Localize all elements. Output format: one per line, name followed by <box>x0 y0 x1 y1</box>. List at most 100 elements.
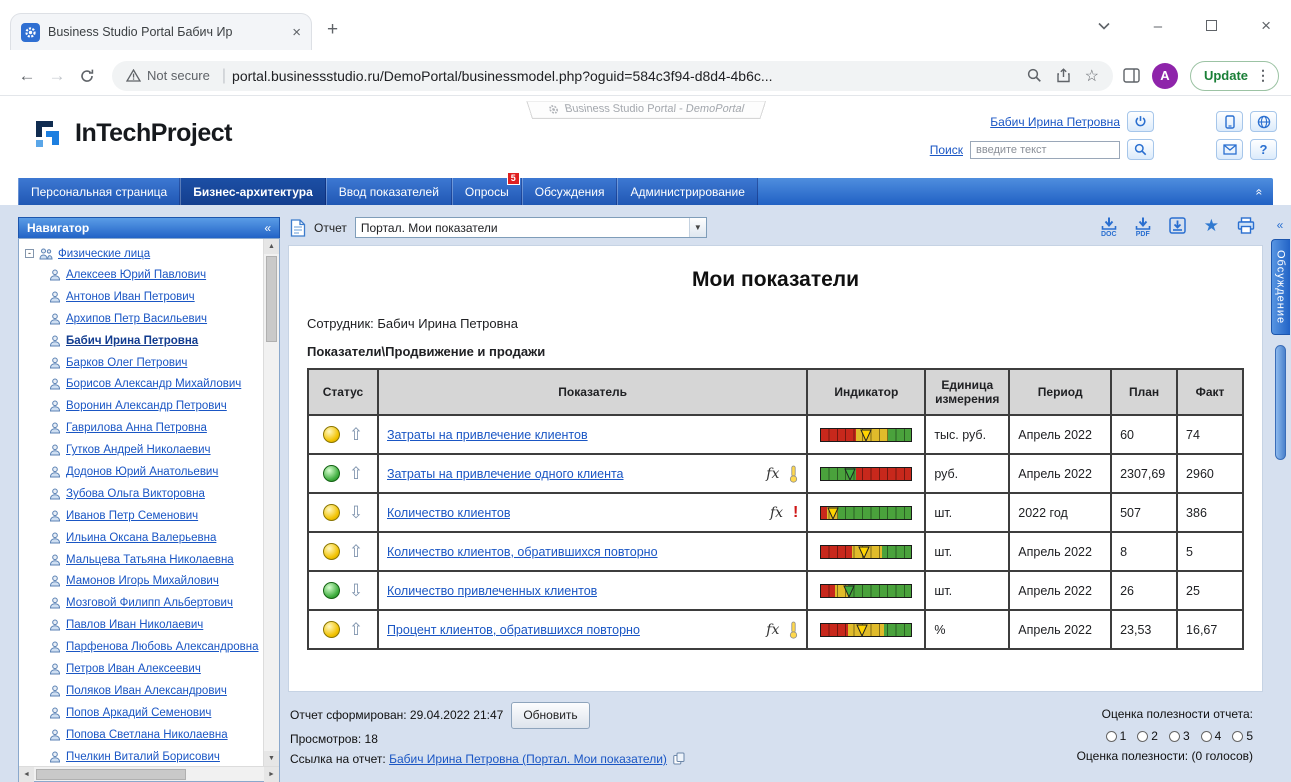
sidebar-person-item[interactable]: Пчелкин Виталий Борисович <box>25 746 263 766</box>
sidebar-person-item[interactable]: Алексеев Юрий Павлович <box>25 264 263 286</box>
current-user-link[interactable]: Бабич Ирина Петровна <box>990 115 1120 129</box>
sidebar-person-item[interactable]: Мальцева Татьяна Николаевна <box>25 549 263 571</box>
menu-item[interactable]: Опросы5 <box>452 178 522 205</box>
minimize-button[interactable]: – <box>1154 18 1162 35</box>
sidebar-person-item[interactable]: Мозговой Филипп Альбертович <box>25 592 263 614</box>
discussion-tab[interactable]: Обсуждение <box>1271 239 1290 335</box>
sidebar-person-item[interactable]: Зубова Ольга Викторовна <box>25 483 263 505</box>
person-link[interactable]: Гутков Андрей Николаевич <box>66 444 211 456</box>
menu-item[interactable]: Ввод показателей <box>326 178 452 205</box>
url-text[interactable]: portal.businessstudio.ru/DemoPortal/busi… <box>232 68 1017 84</box>
mobile-version-button[interactable] <box>1216 111 1243 132</box>
person-link[interactable]: Додонов Юрий Анатольевич <box>66 466 218 478</box>
update-button[interactable]: Update ⋮ <box>1190 61 1279 91</box>
maximize-button[interactable] <box>1206 18 1217 35</box>
sidebar-person-item[interactable]: Мамонов Игорь Михайлович <box>25 570 263 592</box>
reload-button[interactable] <box>72 68 102 84</box>
person-link[interactable]: Попов Аркадий Семенович <box>66 707 211 719</box>
help-button[interactable]: ? <box>1250 139 1277 160</box>
menu-item[interactable]: Администрирование <box>617 178 757 205</box>
person-link[interactable]: Парфенова Любовь Александровна <box>66 641 258 653</box>
report-select[interactable]: Портал. Мои показатели ▼ <box>355 217 707 238</box>
security-label[interactable]: Not secure <box>147 68 210 83</box>
page-scrollbar-thumb[interactable] <box>1275 345 1286 460</box>
close-button[interactable]: × <box>1261 16 1271 36</box>
tree-root-link[interactable]: Физические лица <box>58 248 150 260</box>
scroll-right-icon[interactable]: ► <box>264 767 279 782</box>
person-link[interactable]: Павлов Иван Николаевич <box>66 619 203 631</box>
favorite-star-button[interactable]: ★ <box>1204 217 1219 234</box>
sidebar-vertical-scrollbar[interactable]: ▲ ▼ <box>263 239 279 766</box>
person-link[interactable]: Мозговой Филипп Альбертович <box>66 597 233 609</box>
person-link[interactable]: Архипов Петр Васильевич <box>66 313 207 325</box>
person-link[interactable]: Иванов Петр Семенович <box>66 510 198 522</box>
not-secure-icon[interactable] <box>126 69 141 82</box>
person-link[interactable]: Воронин Александр Петрович <box>66 400 227 412</box>
indicator-link[interactable]: Процент клиентов, обратившихся повторно <box>387 623 640 637</box>
sidebar-person-item[interactable]: Попова Светлана Николаевна <box>25 724 263 746</box>
menu-item[interactable]: Бизнес-архитектура <box>180 178 326 205</box>
person-link[interactable]: Пчелкин Виталий Борисович <box>66 751 220 763</box>
indicator-link[interactable]: Количество клиентов, обратившихся повтор… <box>387 545 658 559</box>
menu-item[interactable]: Обсуждения <box>522 178 618 205</box>
navigator-collapse-icon[interactable]: « <box>264 221 271 235</box>
side-panel-icon[interactable] <box>1123 68 1140 83</box>
sidebar-person-item[interactable]: Поляков Иван Александрович <box>25 680 263 702</box>
select-dropdown-icon[interactable]: ▼ <box>689 218 706 237</box>
save-report-button[interactable] <box>1169 217 1186 234</box>
scroll-up-icon[interactable]: ▲ <box>264 239 279 254</box>
indicator-link[interactable]: Количество клиентов <box>387 506 511 520</box>
search-button[interactable] <box>1127 139 1154 160</box>
rating-radio[interactable] <box>1232 731 1243 742</box>
person-link[interactable]: Ильина Оксана Валерьевна <box>66 532 216 544</box>
tree-root-item[interactable]: - Физические лица <box>25 243 263 264</box>
sidebar-person-item[interactable]: Петров Иван Алексеевич <box>25 658 263 680</box>
bookmark-star-icon[interactable]: ☆ <box>1085 66 1099 86</box>
copy-link-icon[interactable] <box>673 752 685 765</box>
sidebar-person-item[interactable]: Барков Олег Петрович <box>25 352 263 374</box>
browser-tab[interactable]: Business Studio Portal Бабич Ир × <box>10 13 312 50</box>
sidebar-person-item[interactable]: Гаврилова Анна Петровна <box>25 417 263 439</box>
language-globe-button[interactable] <box>1250 111 1277 132</box>
new-tab-button[interactable]: + <box>327 19 338 41</box>
rating-radio[interactable] <box>1106 731 1117 742</box>
export-pdf-button[interactable]: PDF <box>1135 217 1151 238</box>
export-doc-button[interactable]: DOC <box>1101 217 1117 238</box>
tab-search-icon[interactable] <box>1098 22 1110 30</box>
person-link[interactable]: Мальцева Татьяна Николаевна <box>66 554 234 566</box>
zoom-icon[interactable] <box>1027 68 1042 83</box>
person-link[interactable]: Зубова Ольга Викторовна <box>66 488 205 500</box>
browser-menu-icon[interactable]: ⋮ <box>1256 67 1270 84</box>
sidebar-person-item[interactable]: Додонов Юрий Анатольевич <box>25 461 263 483</box>
rating-radio[interactable] <box>1201 731 1212 742</box>
person-link[interactable]: Петров Иван Алексеевич <box>66 663 201 675</box>
logout-button[interactable] <box>1127 111 1154 132</box>
scroll-down-icon[interactable]: ▼ <box>264 751 279 766</box>
search-input[interactable] <box>970 141 1120 159</box>
sidebar-person-item[interactable]: Антонов Иван Петрович <box>25 286 263 308</box>
sidebar-person-item[interactable]: Ильина Оксана Валерьевна <box>25 527 263 549</box>
sidebar-person-item[interactable]: Архипов Петр Васильевич <box>25 308 263 330</box>
person-link[interactable]: Мамонов Игорь Михайлович <box>66 575 219 587</box>
report-link[interactable]: Бабич Ирина Петровна (Портал. Мои показа… <box>389 752 667 766</box>
sidebar-person-item[interactable]: Парфенова Любовь Александровна <box>25 636 263 658</box>
person-link[interactable]: Алексеев Юрий Павлович <box>66 269 206 281</box>
rating-radio[interactable] <box>1169 731 1180 742</box>
print-button[interactable] <box>1237 217 1255 234</box>
scrollbar-thumb[interactable] <box>266 256 277 342</box>
sidebar-person-item[interactable]: Гутков Андрей Николаевич <box>25 439 263 461</box>
person-link[interactable]: Борисов Александр Михайлович <box>66 378 241 390</box>
sidebar-person-item[interactable]: Попов Аркадий Семенович <box>25 702 263 724</box>
rating-radio[interactable] <box>1137 731 1148 742</box>
scroll-left-icon[interactable]: ◄ <box>19 767 34 782</box>
sidebar-person-item[interactable]: Воронин Александр Петрович <box>25 395 263 417</box>
person-link[interactable]: Антонов Иван Петрович <box>66 291 195 303</box>
tree-toggle-icon[interactable]: - <box>25 249 34 258</box>
search-link[interactable]: Поиск <box>930 143 963 157</box>
person-link[interactable]: Барков Олег Петрович <box>66 357 187 369</box>
sidebar-horizontal-scrollbar[interactable]: ◄ ► <box>19 766 279 781</box>
indicator-link[interactable]: Затраты на привлечение одного клиента <box>387 467 624 481</box>
sidebar-person-item[interactable]: Иванов Петр Семенович <box>25 505 263 527</box>
omnibox[interactable]: Not secure | portal.businessstudio.ru/De… <box>112 61 1113 91</box>
sidebar-person-item[interactable]: Борисов Александр Михайлович <box>25 373 263 395</box>
